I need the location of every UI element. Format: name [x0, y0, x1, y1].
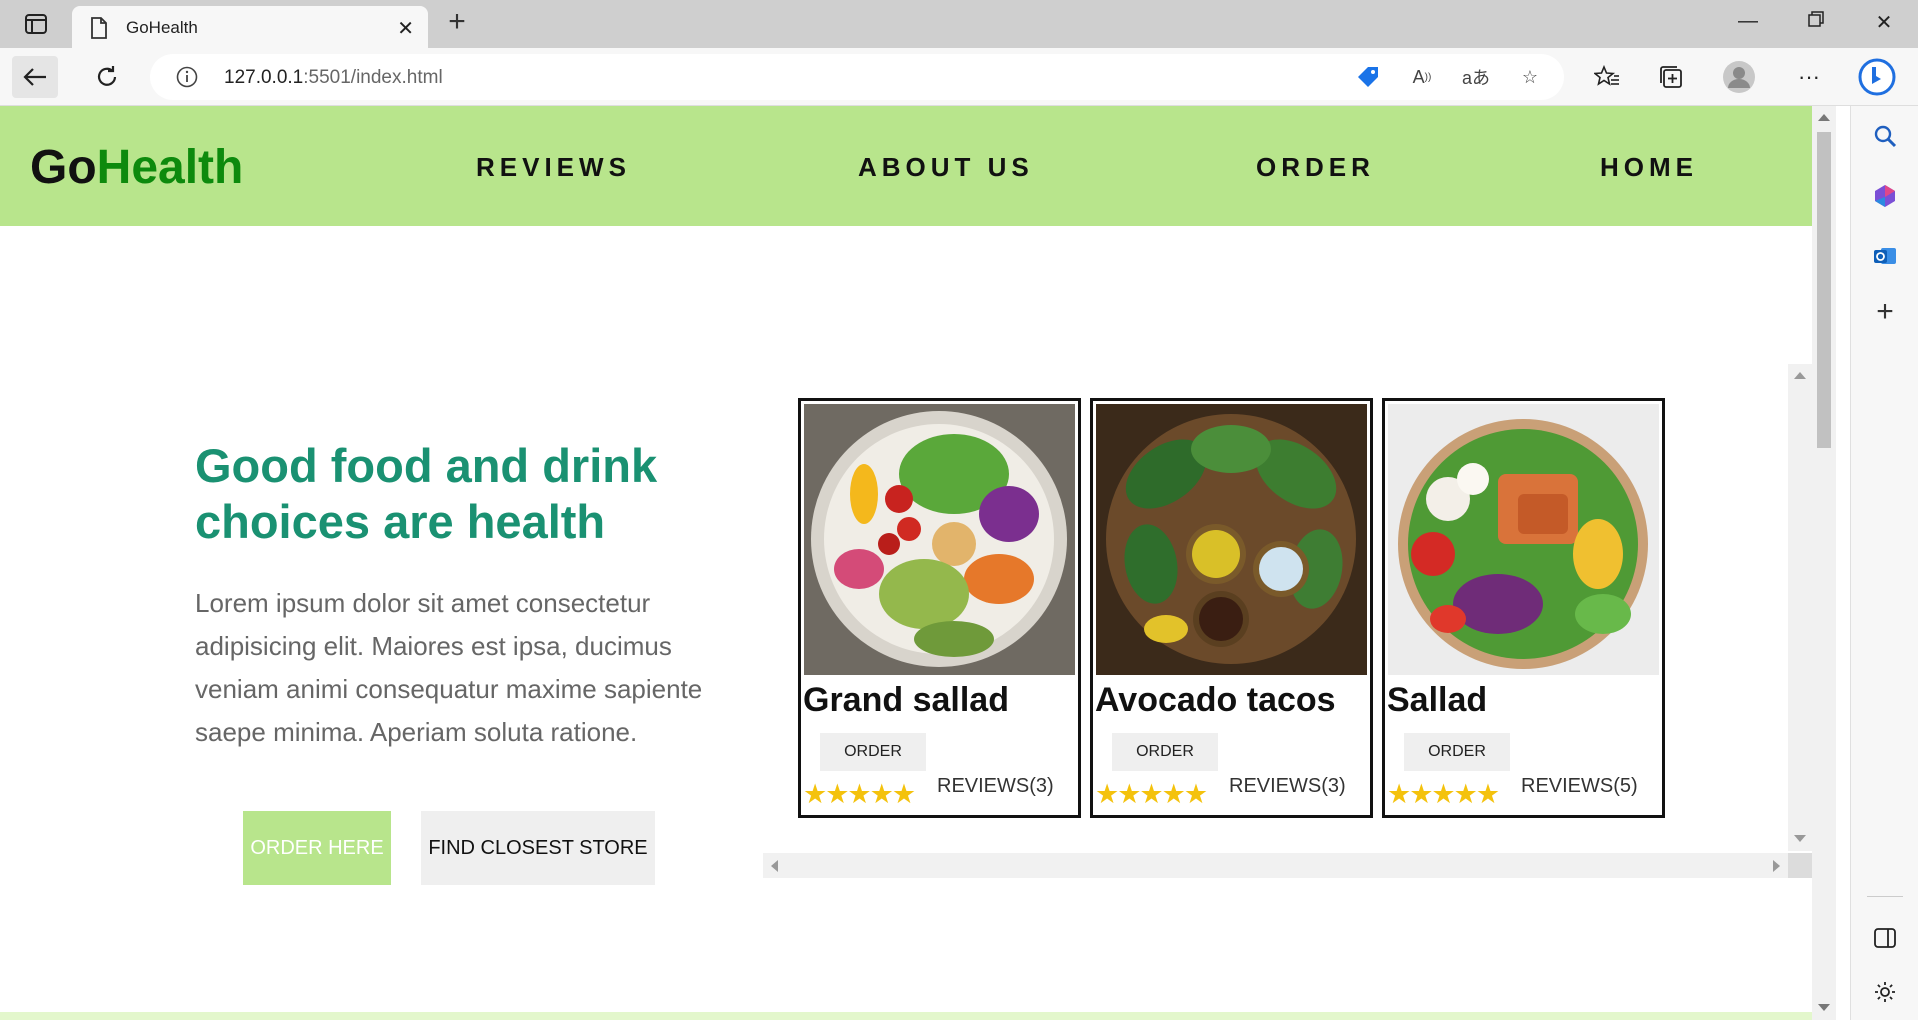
tab-title: GoHealth: [126, 18, 198, 37]
find-closest-store-button[interactable]: FIND CLOSEST STORE: [421, 811, 655, 885]
page-scroll-up-icon[interactable]: [1818, 114, 1830, 121]
card-reviews-link[interactable]: REVIEWS(5): [1521, 775, 1638, 798]
rating-stars-icon: ★★★★★: [1095, 779, 1208, 809]
site-logo[interactable]: GoHealth: [30, 140, 243, 195]
restore-button[interactable]: [1801, 10, 1831, 38]
card-reviews-link[interactable]: REVIEWS(3): [1229, 775, 1346, 798]
avocado-tacos-photo: [1096, 404, 1367, 675]
product-cards-scroll-area[interactable]: Grand sallad ORDER ★★★★★ REVIEWS(3) Avoc…: [763, 364, 1814, 878]
nav-home[interactable]: HOME: [1600, 152, 1698, 183]
page-vertical-scrollbar[interactable]: [1812, 106, 1836, 1020]
close-window-button[interactable]: ✕: [1869, 10, 1899, 38]
card-title: Avocado tacos: [1095, 681, 1336, 719]
add-sidebar-app-icon[interactable]: +: [1869, 295, 1901, 328]
product-card-avocado-tacos: Avocado tacos ORDER ★★★★★ REVIEWS(3): [1090, 398, 1373, 818]
microsoft-365-icon[interactable]: [1869, 180, 1901, 212]
scroll-up-arrow-icon[interactable]: [1794, 372, 1806, 379]
hero-title: Good food and drink choices are health: [195, 439, 658, 548]
product-card-grand-sallad: Grand sallad ORDER ★★★★★ REVIEWS(3): [798, 398, 1081, 818]
card-order-button[interactable]: ORDER: [1112, 733, 1218, 771]
browser-toolbar: 127.0.0.1:5501/index.html A)) aあ ☆ ···: [0, 48, 1918, 106]
nav-about-us[interactable]: ABOUT US: [858, 152, 1034, 183]
hide-sidebar-icon[interactable]: [1869, 922, 1901, 954]
footer-strip: [0, 1012, 1812, 1020]
scroll-down-arrow-icon[interactable]: [1794, 835, 1806, 842]
refresh-button[interactable]: [84, 56, 130, 98]
order-here-button[interactable]: ORDER HERE: [243, 811, 391, 885]
outlook-icon[interactable]: [1869, 240, 1901, 272]
page-scroll-down-icon[interactable]: [1818, 1004, 1830, 1011]
add-favorite-icon[interactable]: ☆: [1516, 64, 1544, 90]
close-tab-icon[interactable]: ✕: [397, 16, 414, 41]
collections-icon[interactable]: [1648, 56, 1694, 98]
card-title: Grand sallad: [803, 681, 1009, 719]
favorites-icon[interactable]: [1584, 56, 1630, 98]
hero-text: Lorem ipsum dolor sit amet consectetur a…: [195, 588, 703, 747]
scroll-right-arrow-icon[interactable]: [1773, 860, 1780, 872]
back-button[interactable]: [12, 56, 58, 98]
profile-avatar-icon[interactable]: [1716, 56, 1762, 98]
translate-icon[interactable]: aあ: [1462, 64, 1490, 90]
more-options-icon[interactable]: ···: [1786, 56, 1832, 98]
card-order-button[interactable]: ORDER: [1404, 733, 1510, 771]
sidebar-divider: [1867, 896, 1903, 897]
document-icon: [90, 17, 108, 44]
rating-stars-icon: ★★★★★: [803, 779, 916, 809]
cards-horizontal-scrollbar[interactable]: [763, 853, 1812, 878]
page-scroll-thumb[interactable]: [1817, 132, 1831, 448]
url-text[interactable]: 127.0.0.1:5501/index.html: [224, 67, 443, 89]
minimize-button[interactable]: —: [1733, 10, 1763, 38]
coupon-tag-icon[interactable]: [1354, 64, 1382, 90]
nav-reviews[interactable]: REVIEWS: [476, 152, 631, 183]
edge-sidebar: +: [1850, 106, 1918, 1020]
browser-tab[interactable]: GoHealth ✕: [72, 6, 428, 48]
cards-vertical-scrollbar[interactable]: [1788, 364, 1812, 851]
read-aloud-icon[interactable]: A)): [1408, 64, 1436, 90]
nav-order[interactable]: ORDER: [1256, 152, 1375, 183]
card-title: Sallad: [1387, 681, 1488, 719]
rating-stars-icon: ★★★★★: [1387, 779, 1500, 809]
scroll-left-arrow-icon[interactable]: [771, 860, 778, 872]
browser-tab-bar: GoHealth ✕ + — ✕: [0, 0, 1918, 48]
sallad-photo: [1388, 404, 1659, 675]
grand-sallad-photo: [804, 404, 1075, 675]
site-info-icon[interactable]: [176, 66, 198, 93]
bing-copilot-icon[interactable]: [1854, 56, 1900, 98]
tab-actions-icon[interactable]: [18, 11, 54, 37]
new-tab-button[interactable]: +: [442, 7, 472, 38]
card-reviews-link[interactable]: REVIEWS(3): [937, 775, 1054, 798]
product-card-sallad: Sallad ORDER ★★★★★ REVIEWS(5): [1382, 398, 1665, 818]
settings-gear-icon[interactable]: [1869, 976, 1901, 1008]
address-bar[interactable]: 127.0.0.1:5501/index.html A)) aあ ☆: [150, 54, 1564, 100]
search-icon[interactable]: [1869, 120, 1901, 152]
card-order-button[interactable]: ORDER: [820, 733, 926, 771]
site-header: GoHealth REVIEWS ABOUT US ORDER HOME: [0, 106, 1812, 226]
scrollbar-corner: [1788, 853, 1812, 878]
